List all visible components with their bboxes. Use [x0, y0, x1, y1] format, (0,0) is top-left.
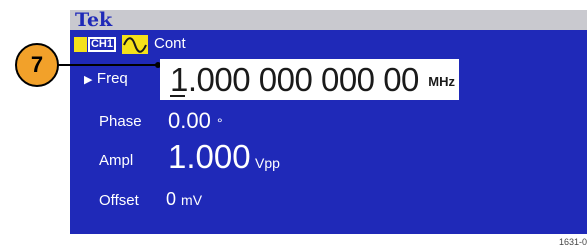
phase-value: 0.00	[168, 108, 211, 133]
edit-cursor	[170, 95, 185, 97]
offset-value: 0	[166, 189, 177, 209]
offset-label: Offset	[99, 192, 139, 209]
offset-value-group: 0 mV	[166, 189, 202, 210]
ampl-row[interactable]: Ampl	[99, 152, 133, 170]
phase-value-group: 0.00 °	[168, 108, 223, 134]
ampl-value: 1.000	[168, 138, 251, 175]
freq-unit: MHz	[428, 74, 455, 89]
offset-row[interactable]: Offset	[99, 192, 139, 210]
ampl-value-group: 1.000 Vpp	[168, 138, 280, 176]
freq-row[interactable]: ▶ Freq	[84, 70, 128, 88]
freq-label: Freq	[96, 70, 128, 87]
offset-unit: mV	[181, 192, 203, 208]
selected-arrow-icon: ▶	[84, 74, 93, 86]
phase-unit: °	[216, 115, 223, 131]
freq-value: 1.000 000 000 00	[170, 61, 419, 98]
phase-row[interactable]: Phase	[99, 113, 142, 131]
callout-leader-line	[58, 62, 161, 68]
freq-entry-box[interactable]: 1.000 000 000 00 MHz	[160, 59, 459, 100]
callout-number-badge: 7	[15, 43, 59, 87]
ampl-label: Ampl	[99, 152, 134, 169]
ampl-unit: Vpp	[255, 155, 280, 171]
phase-label: Phase	[99, 113, 142, 130]
figure-code: 1631-0	[558, 237, 587, 247]
